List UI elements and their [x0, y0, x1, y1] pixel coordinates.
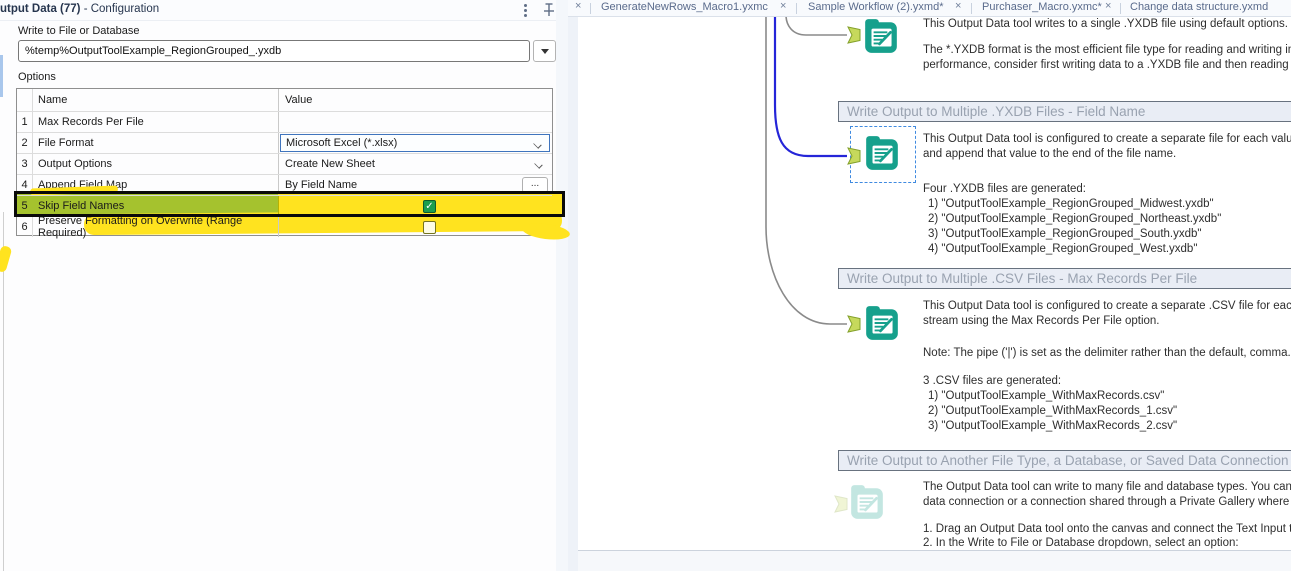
chevron-down-icon	[541, 49, 549, 54]
tab-change-data-structure[interactable]: Change data structure.yxmd	[1130, 1, 1268, 13]
csv-file-item: 2) "OutputToolExample_WithMaxRecords_1.c…	[928, 405, 1178, 417]
ellipsis-button[interactable]: ...	[522, 177, 548, 193]
table-row[interactable]: 2 File Format Microsoft Excel (*.xlsx)	[17, 132, 552, 153]
intro-line: This Output Data tool writes to a single…	[923, 18, 1288, 30]
preserve-formatting-checkbox[interactable]	[423, 221, 436, 234]
wire-gray-top[interactable]	[785, 17, 847, 36]
marker-tail	[0, 244, 13, 274]
csv-line: This Output Data tool is configured to c…	[923, 300, 1291, 312]
tab-separator	[590, 3, 591, 14]
output-data-tool-icon-ghost	[851, 485, 883, 519]
tab-sample-workflow[interactable]: Sample Workflow (2).yxmd*	[808, 1, 944, 13]
csv-file-item: 1) "OutputToolExample_WithMaxRecords.csv…	[928, 390, 1165, 402]
options-label: Options	[18, 71, 56, 83]
input-anchor[interactable]	[847, 26, 861, 44]
section-header-other: Write Output to Another File Type, a Dat…	[838, 450, 1291, 471]
table-row-skip-field-names[interactable]: 5 Skip Field Names ✓	[17, 195, 552, 216]
options-table: Name Value 1 Max Records Per File 2 File…	[16, 88, 553, 239]
intro-line: The *.YXDB format is the most efficient …	[923, 44, 1291, 56]
column-header-value: Value	[278, 89, 552, 111]
tab-purchaser-macro[interactable]: Purchaser_Macro.yxmc*	[982, 1, 1102, 13]
file-format-combobox[interactable]: Microsoft Excel (*.xlsx)	[280, 134, 550, 152]
file-path-input[interactable]	[18, 40, 530, 62]
yxdb-line: This Output Data tool is configured to c…	[923, 133, 1291, 145]
column-header-name: Name	[32, 89, 278, 111]
output-data-tool-icon[interactable]	[862, 17, 900, 55]
chevron-down-icon	[535, 161, 542, 168]
table-row[interactable]: 3 Output Options Create New Sheet	[17, 153, 552, 174]
csv-generated-label: 3 .CSV files are generated:	[923, 375, 1062, 387]
table-header-row: Name Value	[17, 89, 552, 111]
panel-right-gutter	[556, 0, 568, 571]
append-field-map-value: By Field Name	[285, 179, 358, 191]
yxdb-file-item: 1) "OutputToolExample_RegionGrouped_Midw…	[928, 198, 1214, 210]
wire-blue-selected[interactable]	[773, 17, 847, 158]
canvas-bottom-strip	[578, 550, 1291, 571]
yxdb-line: and append that value to the end of the …	[923, 148, 1177, 160]
output-data-tool-icon-selected[interactable]	[863, 134, 901, 172]
panel-title-suffix: - Configuration	[80, 3, 160, 15]
yxdb-file-item: 3) "OutputToolExample_RegionGrouped_Sout…	[928, 228, 1202, 240]
output-options-value: Create New Sheet	[285, 158, 375, 170]
tab-generatenewrows[interactable]: GenerateNewRows_Macro1.yxmc	[601, 1, 768, 13]
configuration-panel: utput Data (77) - Configuration Write to…	[0, 0, 571, 571]
other-step: 2. In the Write to File or Database drop…	[923, 537, 1239, 549]
max-records-value[interactable]	[278, 112, 552, 132]
table-row-preserve-formatting[interactable]: 6 Preserve Formatting on Overwrite (Rang…	[17, 215, 552, 239]
table-row[interactable]: 1 Max Records Per File	[17, 111, 552, 132]
tab-separator	[1120, 3, 1121, 14]
output-data-tool-icon[interactable]	[863, 304, 901, 342]
section-header-csv: Write Output to Multiple .CSV Files - Ma…	[838, 268, 1291, 289]
csv-line: stream using the Max Records Per File op…	[923, 315, 1160, 327]
panel-title-tool: utput Data (77)	[0, 3, 81, 15]
tab-close-icon[interactable]: ×	[1105, 0, 1111, 12]
other-line: data connection or a connection shared t…	[923, 496, 1291, 508]
other-step: 1. Drag an Output Data tool onto the can…	[923, 523, 1291, 535]
document-tab-bar: × GenerateNewRows_Macro1.yxmc × Sample W…	[568, 0, 1291, 17]
input-anchor[interactable]	[847, 315, 861, 333]
tab-close-icon[interactable]: ×	[575, 0, 581, 12]
tab-separator	[971, 3, 972, 14]
yxdb-generated-label: Four .YXDB files are generated:	[923, 183, 1086, 195]
panel-title: utput Data (77) - Configuration	[0, 3, 159, 15]
csv-file-item: 3) "OutputToolExample_WithMaxRecords_2.c…	[928, 420, 1178, 432]
yxdb-file-item: 4) "OutputToolExample_RegionGrouped_West…	[928, 243, 1198, 255]
intro-line: performance, consider first writing data…	[923, 59, 1291, 71]
yxdb-file-item: 2) "OutputToolExample_RegionGrouped_Nort…	[928, 213, 1222, 225]
pin-icon[interactable]	[541, 1, 557, 18]
section-header-yxdb: Write Output to Multiple .YXDB Files - F…	[838, 101, 1291, 122]
skip-field-names-checkbox[interactable]: ✓	[423, 200, 436, 213]
tab-close-icon[interactable]: ×	[780, 0, 786, 12]
tab-close-icon[interactable]: ×	[955, 0, 961, 12]
configuration-panel-header: utput Data (77) - Configuration	[0, 0, 568, 21]
chevron-down-icon	[534, 141, 541, 148]
kebab-menu-icon[interactable]	[524, 4, 527, 7]
workflow-area: × GenerateNewRows_Macro1.yxmc × Sample W…	[568, 0, 1291, 571]
other-line: The Output Data tool can write to many f…	[923, 481, 1291, 493]
file-format-value: Microsoft Excel (*.xlsx)	[286, 137, 398, 149]
input-anchor-ghost	[834, 495, 848, 513]
workflow-canvas[interactable]: This Output Data tool writes to a single…	[578, 17, 1291, 550]
output-options-combobox[interactable]: Create New Sheet	[280, 155, 550, 173]
write-to-file-label: Write to File or Database	[18, 25, 140, 37]
wire-gray-bottom[interactable]	[765, 17, 847, 325]
csv-note: Note: The pipe ('|') is set as the delim…	[923, 347, 1291, 359]
panel-edge-accent	[0, 55, 3, 97]
input-anchor-selected[interactable]	[847, 147, 861, 165]
file-path-dropdown-button[interactable]	[533, 40, 556, 62]
app-window: utput Data (77) - Configuration Write to…	[0, 0, 1291, 571]
tab-separator	[796, 3, 797, 14]
